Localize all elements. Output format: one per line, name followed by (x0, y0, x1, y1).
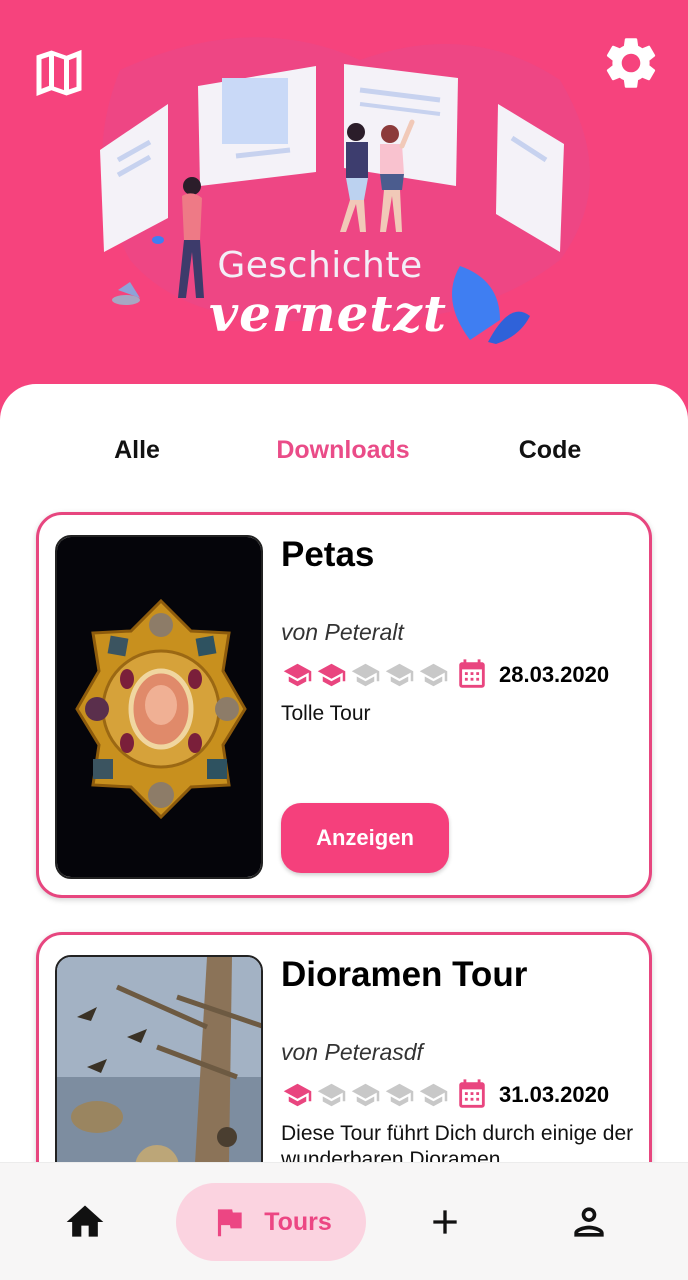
bottom-navigation: Tours (0, 1162, 688, 1280)
tour-date: 31.03.2020 (499, 1082, 610, 1107)
nav-tours[interactable]: Tours (176, 1183, 366, 1261)
nav-profile[interactable] (548, 1183, 630, 1261)
graduation-cap-icon-filled (283, 1083, 312, 1107)
tour-date: 28.03.2020 (499, 662, 610, 687)
calendar-icon (459, 659, 485, 688)
tour-card[interactable]: Petas von Peteralt 28.03.2020 Tolle Tour… (36, 512, 652, 898)
difficulty-rating (281, 660, 451, 690)
header-banner: Geschichte vernetzt (0, 0, 688, 420)
difficulty-rating (281, 1080, 451, 1110)
nav-add[interactable] (404, 1183, 486, 1261)
hero-title-line1: Geschichte (217, 245, 423, 286)
tour-meta: 28.03.2020 (281, 655, 609, 695)
tour-title: Petas (281, 535, 375, 574)
graduation-cap-icon-empty (385, 663, 414, 687)
hero-title-line2: vernetzt (209, 284, 447, 343)
nav-tours-label: Tours (264, 1207, 332, 1236)
tour-author: von Peteralt (281, 619, 404, 645)
graduation-cap-icon-filled (283, 663, 312, 687)
settings-button[interactable] (598, 30, 664, 96)
show-tour-button[interactable]: Anzeigen (281, 803, 449, 873)
filter-tabs: Alle Downloads Code (0, 424, 688, 476)
nav-home[interactable] (44, 1183, 126, 1261)
graduation-cap-icon-filled (317, 663, 346, 687)
graduation-cap-icon-empty (419, 1083, 448, 1107)
graduation-cap-icon-empty (385, 1083, 414, 1107)
person-icon (574, 1207, 604, 1237)
tab-downloads[interactable]: Downloads (252, 424, 434, 476)
tab-code[interactable]: Code (474, 424, 626, 476)
plus-icon (433, 1210, 457, 1234)
home-icon (66, 1205, 104, 1237)
graduation-cap-icon-empty (351, 663, 380, 687)
tour-author: von Peterasdf (281, 1039, 423, 1065)
golden-brooch-image (57, 537, 261, 877)
tour-meta: 31.03.2020 (281, 1075, 609, 1115)
graduation-cap-icon-empty (317, 1083, 346, 1107)
graduation-cap-icon-empty (419, 663, 448, 687)
tab-alle[interactable]: Alle (62, 424, 212, 476)
map-icon (36, 49, 82, 97)
hero-illustration (100, 37, 590, 344)
graduation-cap-icon-empty (351, 1083, 380, 1107)
tour-title: Dioramen Tour (281, 955, 528, 994)
calendar-icon (459, 1079, 485, 1108)
flag-icon (218, 1209, 242, 1237)
tour-description: Tolle Tour (281, 702, 371, 725)
tour-thumbnail (55, 535, 263, 879)
gear-icon (606, 38, 656, 88)
map-button[interactable] (26, 40, 92, 106)
